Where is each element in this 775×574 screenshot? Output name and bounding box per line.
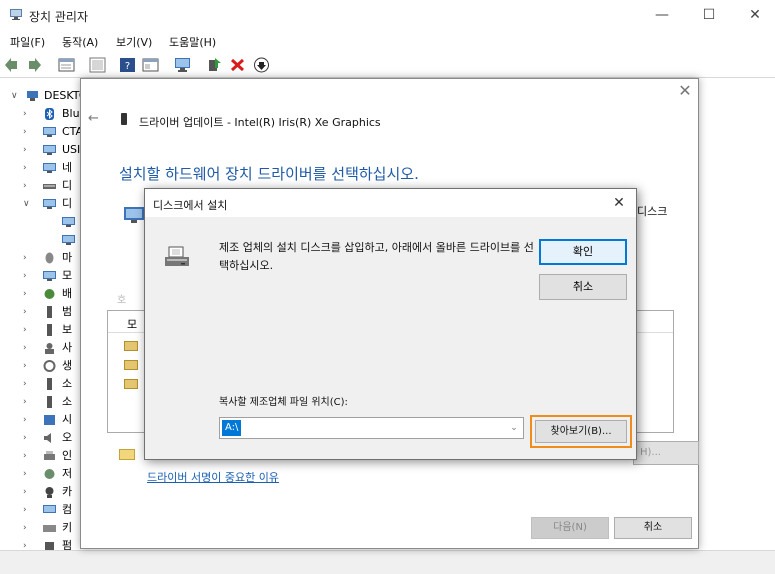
maximize-button[interactable]: ☐ (699, 5, 719, 25)
toolbar: ? (0, 52, 775, 78)
view2-icon[interactable] (142, 57, 159, 73)
wizard-title: 드라이버 업데이트 - Intel(R) Iris(R) Xe Graphics (139, 116, 381, 129)
sound-icon (47, 396, 52, 408)
close-button[interactable]: ✕ (745, 5, 765, 25)
ok-button[interactable]: 확인 (539, 239, 627, 265)
path-value[interactable]: A:\ (222, 420, 242, 436)
update-driver-icon[interactable] (206, 57, 223, 73)
menu-help[interactable]: 도움말(H) (169, 34, 216, 50)
driver-list-item-icon[interactable] (124, 379, 138, 389)
device-manager-icon (10, 9, 22, 20)
camera-icon (45, 487, 54, 498)
back-icon[interactable] (4, 57, 21, 73)
computer-icon (27, 91, 38, 101)
browse-button[interactable]: 찾아보기(B)... (535, 420, 627, 443)
device-icon (121, 113, 127, 125)
help-icon[interactable]: ? (119, 57, 136, 73)
wizard-close-button[interactable]: ✕ (676, 82, 694, 100)
path-label: 복사할 제조업체 파일 위치(C): (219, 397, 348, 408)
computer-icon (43, 505, 56, 513)
next-button[interactable]: 다음(N) (531, 517, 609, 539)
have-disk-hint: 디스크 (637, 205, 668, 218)
battery-icon (44, 289, 55, 299)
keyboard-icon (43, 525, 56, 532)
dialog-message: 제조 업체의 설치 디스크를 삽입하고, 아래에서 올바른 드라이브를 선택하십… (219, 241, 534, 272)
download-icon[interactable] (253, 57, 270, 73)
disk-drive-icon (43, 184, 56, 189)
uninstall-icon[interactable] (229, 57, 246, 73)
storage-icon (44, 469, 55, 479)
wizard-heading: 설치할 하드웨어 장치 드라이버를 선택하십시오. (119, 165, 419, 183)
usb-icon (43, 145, 56, 155)
menu-file[interactable]: 파일(F) (10, 34, 45, 50)
path-combobox[interactable]: A:\ ⌄ (219, 417, 524, 439)
dialog-cancel-button[interactable]: 취소 (539, 274, 627, 300)
wizard-back-button[interactable]: ← (88, 111, 99, 126)
security-icon (47, 324, 52, 336)
minimize-button[interactable]: — (652, 5, 672, 25)
audio-icon (44, 433, 51, 443)
software-icon (47, 378, 52, 390)
properties-icon[interactable] (58, 57, 75, 73)
dialog-title: 디스크에서 설치 (153, 199, 228, 212)
svg-text:?: ? (125, 61, 130, 72)
window-title: 장치 관리자 (29, 10, 89, 24)
display-adapter-icon (43, 199, 56, 209)
dialog-close-button[interactable]: ✕ (611, 195, 627, 211)
bus-icon (47, 306, 52, 318)
printer-icon (44, 451, 55, 460)
driver-list-item-icon[interactable] (124, 360, 138, 370)
install-from-disk-dialog: 디스크에서 설치 ✕ 제조 업체의 설치 디스크를 삽입하고, 아래에서 올바른… (144, 188, 637, 460)
monitor-icon (43, 271, 56, 281)
title-bar: 장치 관리자 — ☐ ✕ (0, 0, 775, 30)
collapse-icon[interactable]: ∨ (11, 87, 21, 105)
mouse-icon (45, 252, 54, 264)
chevron-down-icon[interactable]: ⌄ (507, 420, 521, 436)
user-device-icon (45, 343, 54, 354)
display-adapter-icon (62, 217, 75, 227)
menu-bar: 파일(F) 동작(A) 보기(V) 도움말(H) (0, 30, 775, 52)
network-icon (43, 163, 56, 173)
monitor-icon (43, 127, 56, 137)
compatible-hardware-checkbox[interactable]: 호 (117, 291, 126, 306)
menu-view[interactable]: 보기(V) (116, 34, 152, 50)
wizard-cancel-button[interactable]: 취소 (614, 517, 692, 539)
disk-drive-icon (165, 246, 189, 266)
status-bar (0, 550, 775, 574)
have-disk-button[interactable]: H)... (633, 441, 699, 465)
forward-icon[interactable] (25, 57, 42, 73)
display-adapter-icon (62, 235, 75, 245)
browse-highlight: 찾아보기(B)... (530, 415, 632, 448)
menu-action[interactable]: 동작(A) (62, 34, 98, 50)
view-icon[interactable] (89, 57, 106, 73)
signed-driver-icon (119, 449, 135, 460)
biometric-icon (43, 360, 56, 372)
dialog-title-bar: 디스크에서 설치 ✕ (145, 189, 636, 217)
driver-list-item-icon[interactable] (124, 341, 138, 351)
driver-signing-link[interactable]: 드라이버 서명이 중요한 이유 (147, 469, 279, 485)
system-icon (44, 415, 55, 425)
bluetooth-icon (45, 108, 54, 120)
monitor-icon[interactable] (174, 57, 191, 73)
